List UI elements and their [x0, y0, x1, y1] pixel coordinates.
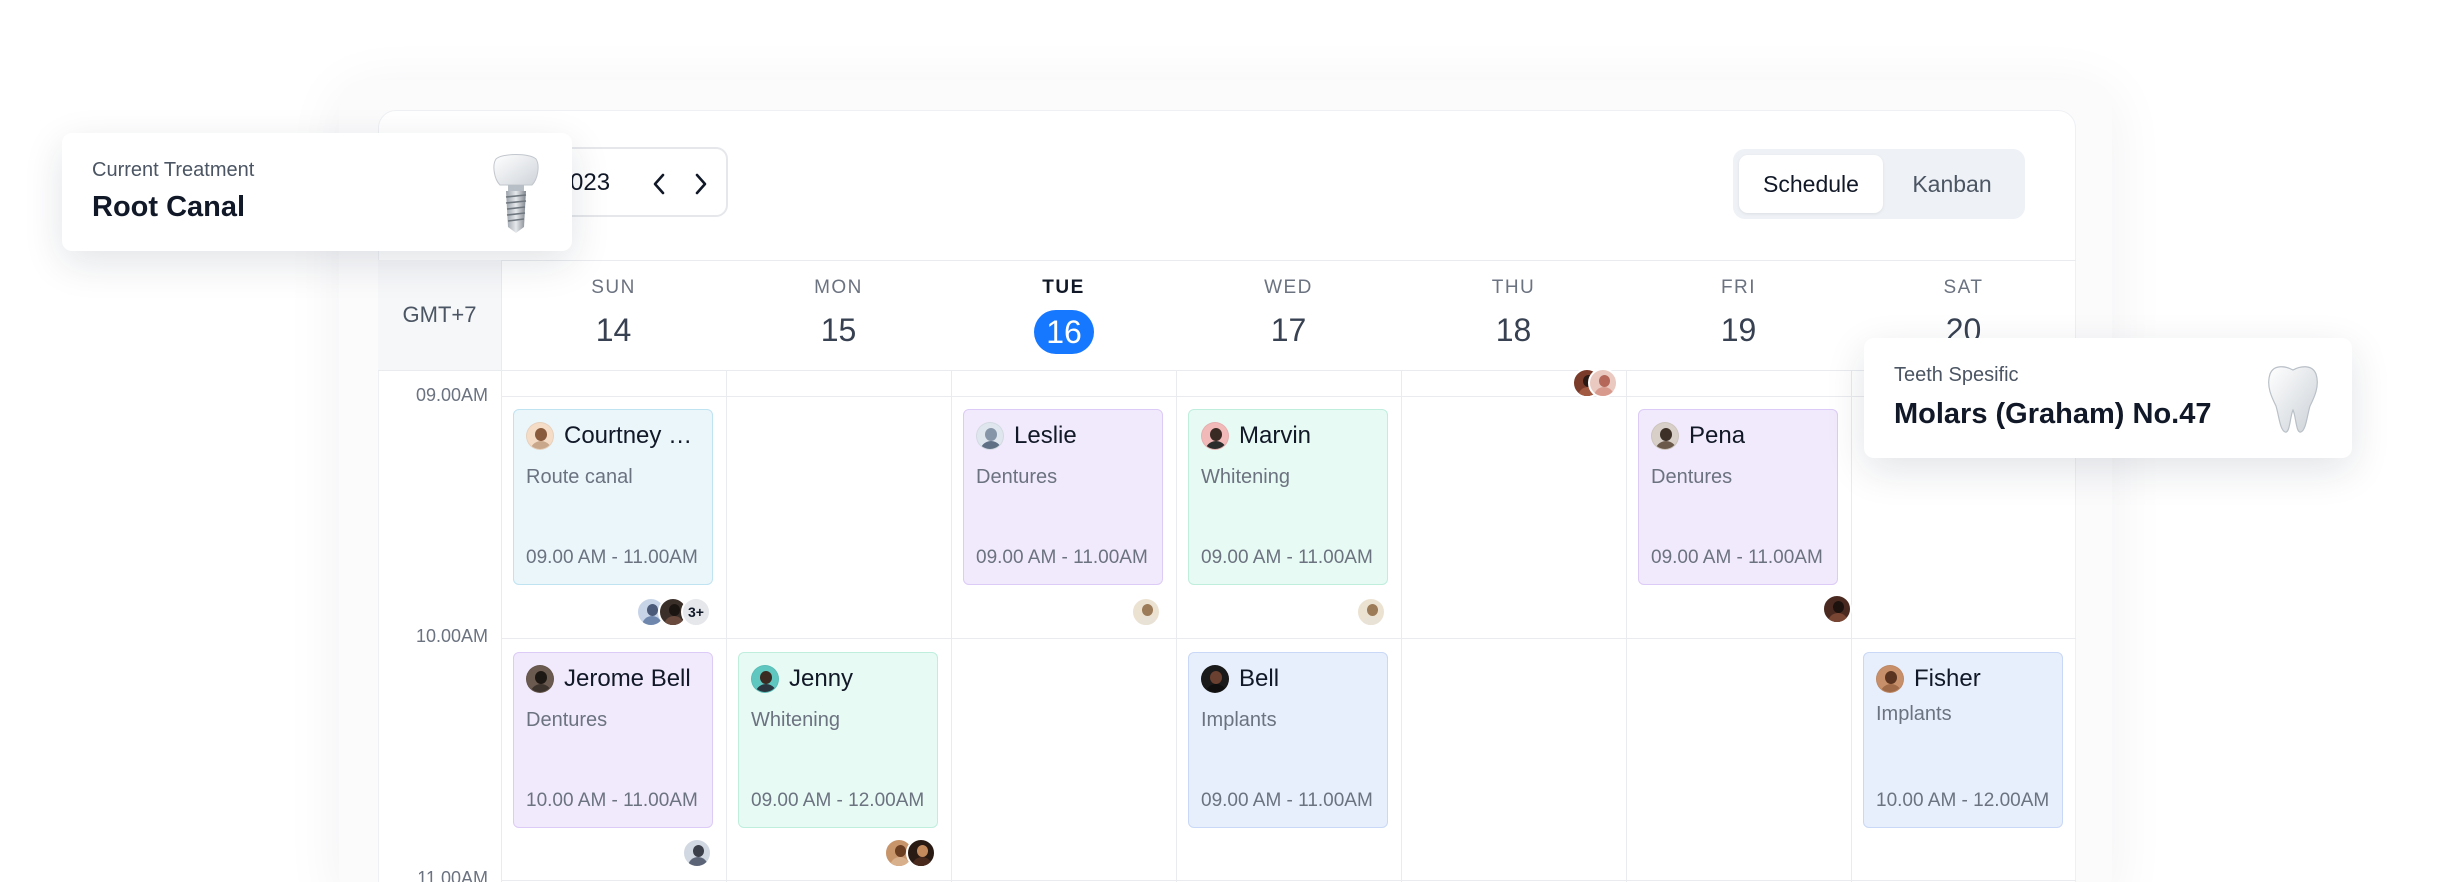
patient-avatar [1201, 665, 1229, 693]
day-number: 15 [820, 312, 857, 348]
treatment-type: Route canal [526, 466, 633, 488]
appointment-card[interactable]: Courtney H... Route canal 09.00 AM - 11.… [513, 409, 713, 585]
attendee-avatar[interactable] [682, 838, 712, 868]
patient-avatar [976, 422, 1004, 450]
day-number: 18 [1495, 312, 1532, 348]
appointment-card[interactable]: Bell Implants 09.00 AM - 11.00AM [1188, 652, 1388, 828]
chevron-right-icon [695, 173, 707, 195]
day-name: TUE [1042, 277, 1085, 298]
grid-line [1626, 370, 1627, 882]
patient-name: Pena [1689, 422, 1746, 449]
time-label-11am: 11.00AM [417, 868, 488, 882]
attendee-avatar[interactable] [1588, 368, 1618, 398]
time-label-10am: 10.00AM [415, 626, 488, 646]
patient-name: Fisher [1914, 665, 1981, 692]
chevron-left-icon [653, 173, 665, 195]
teeth-specific-label: Teeth Spesific [1894, 364, 2019, 386]
attendee-avatar[interactable] [1131, 597, 1161, 627]
grid-line [1176, 370, 1177, 882]
current-treatment-value: Root Canal [92, 191, 246, 223]
patient-avatar [751, 665, 779, 693]
patient-avatar [1651, 422, 1679, 450]
day-name: FRI [1720, 277, 1757, 298]
more-attendees-badge[interactable]: 3+ [681, 597, 711, 627]
patient-avatar [1876, 665, 1904, 693]
appointment-card[interactable]: Leslie Dentures 09.00 AM - 11.00AM [963, 409, 1163, 585]
patient-name: Courtney H... [564, 422, 704, 449]
day-header-fri[interactable]: FRI 19 [1626, 260, 1851, 370]
appointment-time: 09.00 AM - 11.00AM [1651, 547, 1823, 568]
appointment-time: 10.00 AM - 12.00AM [1876, 790, 2050, 811]
today-badge: 16 [1034, 310, 1094, 354]
treatment-type: Dentures [976, 466, 1058, 488]
day-name: MON [814, 277, 863, 298]
attendee-avatar[interactable] [906, 838, 936, 868]
appointment-time: 09.00 AM - 11.00AM [976, 547, 1148, 568]
day-header-wed[interactable]: WED 17 [1176, 260, 1401, 370]
appointment-time: 10.00 AM - 11.00AM [526, 790, 698, 811]
previous-week-button[interactable] [645, 167, 673, 201]
appointment-card[interactable]: Pena Dentures 09.00 AM - 11.00AM [1638, 409, 1838, 585]
day-name: SAT [1943, 277, 1984, 298]
appointment-time: 09.00 AM - 11.00AM [1201, 547, 1373, 568]
day-header-thu[interactable]: THU 18 [1401, 260, 1626, 370]
day-header-sun[interactable]: SUN 14 [501, 260, 726, 370]
grid-line [501, 260, 502, 882]
day-number: 19 [1720, 312, 1757, 348]
current-treatment-label: Current Treatment [92, 159, 255, 181]
appointment-card[interactable]: Marvin Whitening 09.00 AM - 11.00AM [1188, 409, 1388, 585]
grid-line [378, 370, 2076, 371]
appointment-time: 09.00 AM - 11.00AM [526, 547, 698, 568]
treatment-type: Implants [1876, 703, 1952, 725]
day-header-tue[interactable]: TUE 16 [951, 260, 1176, 370]
time-label-9am: 09.00AM [415, 385, 488, 405]
day-name: SUN [591, 277, 636, 298]
day-name: THU [1491, 277, 1536, 298]
day-name: WED [1264, 277, 1313, 298]
treatment-type: Whitening [751, 709, 840, 731]
view-toggle: Schedule Kanban [1733, 149, 2025, 219]
treatment-type: Dentures [1651, 466, 1733, 488]
patient-name: Jenny [789, 665, 854, 692]
appointment-time: 09.00 AM - 11.00AM [1201, 790, 1373, 811]
dental-implant-icon [493, 154, 539, 233]
patient-avatar [526, 665, 554, 693]
treatment-type: Implants [1201, 709, 1277, 731]
patient-name: Bell [1239, 665, 1280, 692]
patient-avatar [526, 422, 554, 450]
grid-line [1851, 370, 1852, 882]
attendee-avatar[interactable] [1822, 594, 1852, 624]
kanban-view-button[interactable]: Kanban [1885, 155, 2019, 213]
day-header-mon[interactable]: MON 15 [726, 260, 951, 370]
teeth-specific-value: Molars (Graham) No.47 [1894, 398, 2212, 430]
tooth-icon [2268, 366, 2318, 433]
current-treatment-card[interactable]: Current Treatment Root Canal [62, 133, 572, 251]
grid-line [501, 880, 2076, 881]
grid-line [501, 396, 2076, 397]
grid-line [726, 370, 727, 882]
grid-line [1401, 370, 1402, 882]
grid-line [951, 370, 952, 882]
treatment-type: Dentures [526, 709, 608, 731]
next-week-button[interactable] [687, 167, 715, 201]
schedule-view-button[interactable]: Schedule [1739, 155, 1883, 213]
grid-line [501, 638, 2076, 639]
appointment-card[interactable]: Jenny Whitening 09.00 AM - 12.00AM [738, 652, 938, 828]
treatment-type: Whitening [1201, 466, 1290, 488]
patient-name: Marvin [1239, 422, 1312, 449]
teeth-specific-card[interactable]: Teeth Spesific Molars (Graham) No.47 [1864, 338, 2352, 458]
attendee-avatar[interactable] [1356, 597, 1386, 627]
appointment-card[interactable]: Jerome Bell Dentures 10.00 AM - 11.00AM [513, 652, 713, 828]
day-number: 14 [595, 312, 632, 348]
timezone-label: GMT+7 [378, 260, 501, 370]
patient-name: Leslie [1014, 422, 1077, 449]
appointment-card[interactable]: Fisher Implants 10.00 AM - 12.00AM [1863, 652, 2063, 828]
current-date-label: 023 [570, 169, 611, 196]
patient-avatar [1201, 422, 1229, 450]
patient-name: Jerome Bell [564, 665, 691, 692]
appointment-time: 09.00 AM - 12.00AM [751, 790, 925, 811]
day-number: 17 [1270, 312, 1307, 348]
